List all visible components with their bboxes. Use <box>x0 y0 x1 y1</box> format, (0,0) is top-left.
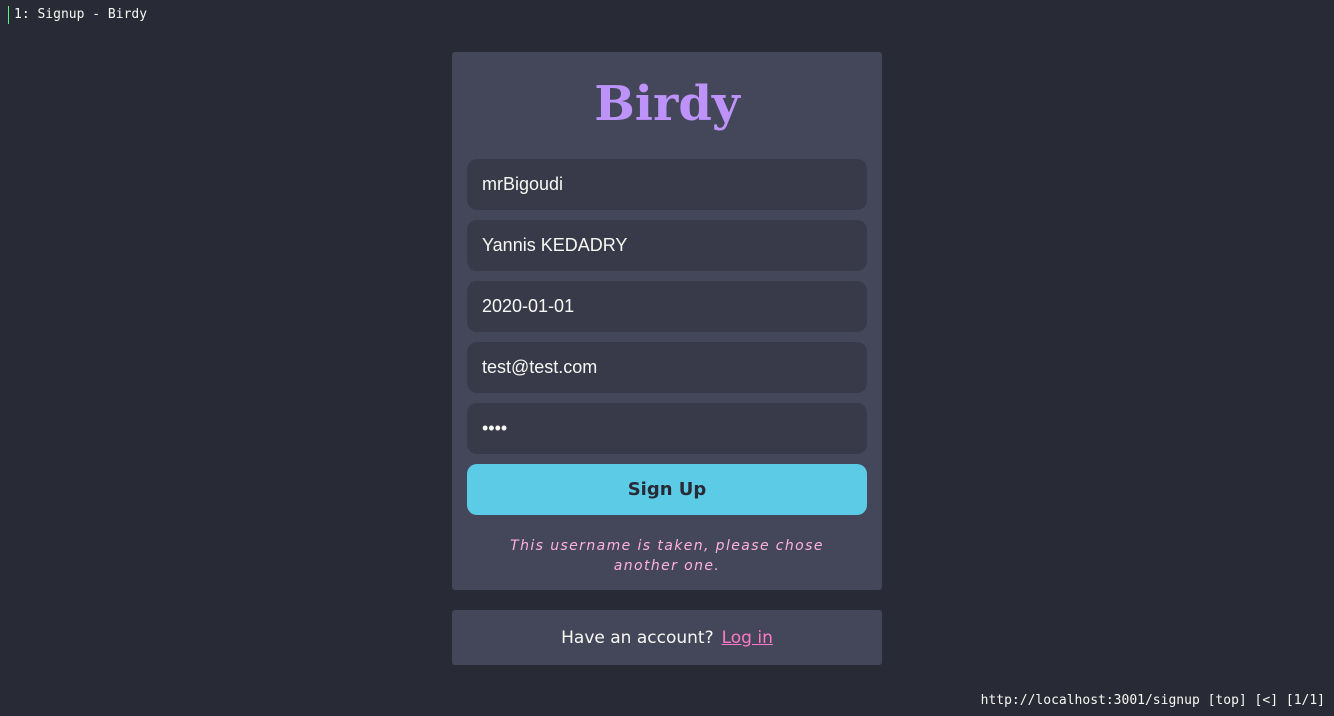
sign-up-button[interactable]: Sign Up <box>467 464 867 515</box>
login-card: Have an account? Log in <box>452 610 882 665</box>
birthdate-field[interactable]: 2020-01-01 <box>467 281 867 332</box>
status-bar-url: http://localhost:3001/signup [top] [<] [… <box>980 693 1325 708</box>
email-field[interactable]: test@test.com <box>467 342 867 393</box>
browser-tab-title: 1: Signup - Birdy <box>8 6 147 24</box>
username-field[interactable]: mrBigoudi <box>467 159 867 210</box>
signup-card: Birdy mrBigoudi Yannis KEDADRY 2020-01-0… <box>452 52 882 590</box>
login-prompt: Have an account? <box>561 627 714 648</box>
password-field[interactable]: •••• <box>467 403 867 454</box>
error-message: This username is taken, please chose ano… <box>510 538 824 574</box>
login-link[interactable]: Log in <box>722 628 773 648</box>
birdy-logo: Birdy <box>594 76 740 132</box>
full-name-field[interactable]: Yannis KEDADRY <box>467 220 867 271</box>
